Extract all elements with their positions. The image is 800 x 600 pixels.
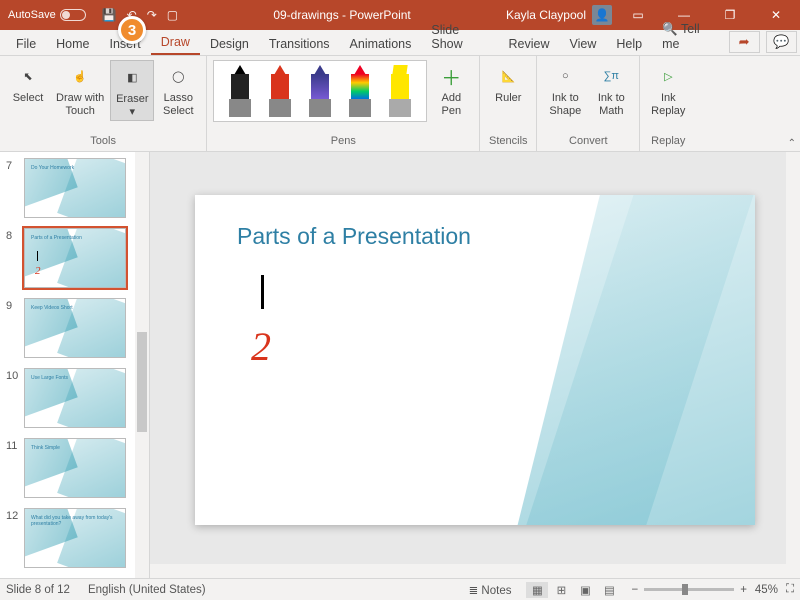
tab-file[interactable]: File xyxy=(6,32,46,55)
slide-canvas-area: Parts of a Presentation 2 xyxy=(150,152,800,578)
thumb-number: 8 xyxy=(6,228,24,288)
zoom-out-button[interactable]: − xyxy=(631,584,638,596)
pen-galaxy[interactable] xyxy=(300,65,340,117)
group-label-tools: Tools xyxy=(6,135,200,149)
tab-view[interactable]: View xyxy=(560,32,607,55)
group-stencils: 📐 Ruler Stencils xyxy=(480,56,537,151)
group-label-stencils: Stencils xyxy=(486,135,530,149)
reading-view-icon[interactable]: ▣ xyxy=(574,582,596,598)
thumbnail-slide[interactable]: 11 Think Simple xyxy=(6,438,149,498)
zoom-slider[interactable] xyxy=(644,588,734,591)
autosave-label: AutoSave xyxy=(8,9,56,21)
ink-stroke-2[interactable]: 2 xyxy=(251,323,271,370)
sorter-view-icon[interactable]: ⊞ xyxy=(550,582,572,598)
pens-gallery[interactable] xyxy=(213,60,427,122)
ink-shape-icon: ○ xyxy=(551,62,579,90)
thumb-number: 11 xyxy=(6,438,24,498)
touch-icon: ☝ xyxy=(66,62,94,90)
zoom-level[interactable]: 45% xyxy=(755,584,778,596)
tab-help[interactable]: Help xyxy=(606,32,652,55)
ribbon: ⬉ Select ☝ Draw with Touch ◧ Eraser▾ ◯ L… xyxy=(0,56,800,152)
group-tools: ⬉ Select ☝ Draw with Touch ◧ Eraser▾ ◯ L… xyxy=(0,56,207,151)
thumb-number: 9 xyxy=(6,298,24,358)
tab-home[interactable]: Home xyxy=(46,32,99,55)
start-slideshow-icon[interactable]: ▢ xyxy=(167,8,178,22)
thumbnail-slide[interactable]: 10 Use Large Fonts xyxy=(6,368,149,428)
tab-transitions[interactable]: Transitions xyxy=(259,32,340,55)
draw-with-touch-button[interactable]: ☝ Draw with Touch xyxy=(52,60,108,119)
main-slide[interactable]: Parts of a Presentation 2 xyxy=(195,195,755,525)
thumb-number: 12 xyxy=(6,508,24,568)
pen-black[interactable] xyxy=(220,65,260,117)
slide-thumbnails[interactable]: 7 Do Your Homework 8 Parts of a Presenta… xyxy=(0,152,150,578)
tab-animations[interactable]: Animations xyxy=(340,32,422,55)
ink-to-math-button[interactable]: ∑π Ink to Math xyxy=(589,60,633,119)
user-name[interactable]: Kayla Claypool xyxy=(506,8,586,22)
collapse-ribbon-icon[interactable]: ⌃ xyxy=(788,138,796,149)
thumbnail-slide[interactable]: 8 Parts of a Presentation 2 xyxy=(6,228,149,288)
normal-view-icon[interactable]: ▦ xyxy=(526,582,548,598)
toggle-off-icon xyxy=(60,9,86,21)
close-icon[interactable]: ✕ xyxy=(756,0,796,30)
add-pen-button[interactable]: ＋ Add Pen xyxy=(429,60,473,119)
group-convert: ○ Ink to Shape ∑π Ink to Math Convert xyxy=(537,56,640,151)
tab-review[interactable]: Review xyxy=(499,32,560,55)
tell-me[interactable]: 🔍 Tell me xyxy=(652,17,725,55)
tab-design[interactable]: Design xyxy=(200,32,259,55)
ruler-icon: 📐 xyxy=(494,62,522,90)
save-icon[interactable]: 💾 xyxy=(102,8,117,22)
thumbnail-slide[interactable]: 12 What did you take away from today's p… xyxy=(6,508,149,568)
user-avatar-icon[interactable]: 👤 xyxy=(592,5,612,25)
group-pens: ＋ Add Pen Pens xyxy=(207,56,480,151)
language-status[interactable]: English (United States) xyxy=(88,584,206,596)
thumb-number: 7 xyxy=(6,158,24,218)
canvas-scrollbar-vertical[interactable] xyxy=(786,152,800,578)
autosave-toggle[interactable]: AutoSave xyxy=(8,9,86,21)
eraser-icon: ◧ xyxy=(118,63,146,91)
highlighter-yellow[interactable] xyxy=(380,65,420,117)
workspace: 7 Do Your Homework 8 Parts of a Presenta… xyxy=(0,152,800,578)
group-label-replay: Replay xyxy=(646,135,690,149)
group-label-convert: Convert xyxy=(543,135,633,149)
comments-button[interactable]: 💬 xyxy=(766,31,797,53)
select-button[interactable]: ⬉ Select xyxy=(6,60,50,107)
thumbnail-slide[interactable]: 9 Keep Videos Short xyxy=(6,298,149,358)
play-icon: ▷ xyxy=(654,62,682,90)
tab-draw[interactable]: Draw xyxy=(151,30,200,55)
redo-icon[interactable]: ↷ xyxy=(147,8,157,22)
pen-red[interactable] xyxy=(260,65,300,117)
pen-rainbow[interactable] xyxy=(340,65,380,117)
share-button[interactable]: ➦ xyxy=(729,31,760,53)
notes-button[interactable]: ≣ Notes xyxy=(469,583,512,597)
slideshow-view-icon[interactable]: ▤ xyxy=(598,582,620,598)
slide-counter[interactable]: Slide 8 of 12 xyxy=(6,584,70,596)
group-label-pens: Pens xyxy=(213,135,473,149)
tab-slideshow[interactable]: Slide Show xyxy=(421,18,498,55)
ink-math-icon: ∑π xyxy=(597,62,625,90)
cursor-icon: ⬉ xyxy=(14,62,42,90)
status-bar: Slide 8 of 12 English (United States) ≣ … xyxy=(0,578,800,600)
thumb-number: 10 xyxy=(6,368,24,428)
lasso-icon: ◯ xyxy=(164,62,192,90)
slide-title[interactable]: Parts of a Presentation xyxy=(237,223,471,250)
ink-stroke-1[interactable] xyxy=(261,275,264,309)
group-replay: ▷ Ink Replay Replay xyxy=(640,56,696,151)
canvas-scrollbar-horizontal[interactable] xyxy=(150,564,786,578)
thumbnail-scrollbar[interactable] xyxy=(135,152,149,578)
thumbnail-slide[interactable]: 7 Do Your Homework xyxy=(6,158,149,218)
zoom-in-button[interactable]: + xyxy=(740,584,747,596)
ink-replay-button[interactable]: ▷ Ink Replay xyxy=(646,60,690,119)
ruler-button[interactable]: 📐 Ruler xyxy=(486,60,530,107)
fit-to-window-icon[interactable]: ⛶ xyxy=(786,583,794,596)
eraser-button[interactable]: ◧ Eraser▾ xyxy=(110,60,154,121)
lasso-select-button[interactable]: ◯ Lasso Select xyxy=(156,60,200,119)
ink-to-shape-button[interactable]: ○ Ink to Shape xyxy=(543,60,587,119)
plus-icon: ＋ xyxy=(437,62,465,90)
step-badge: 3 xyxy=(118,16,146,44)
